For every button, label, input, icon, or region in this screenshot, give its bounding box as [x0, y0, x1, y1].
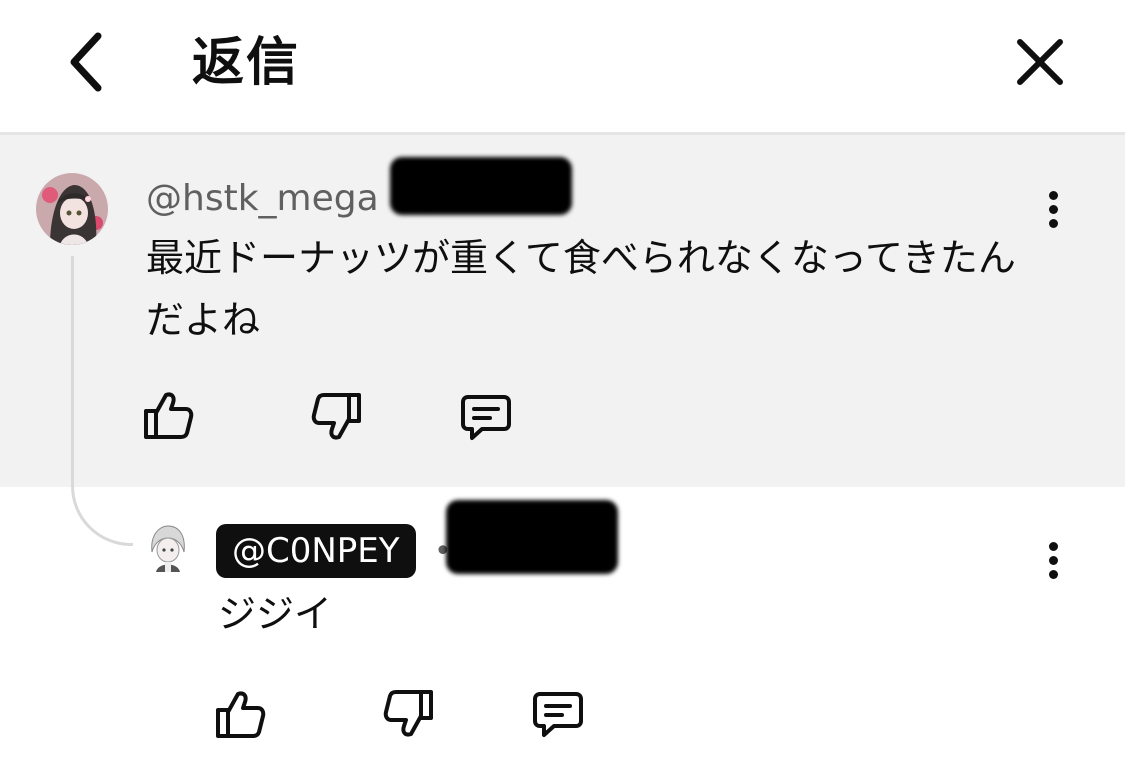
more-vertical-icon	[1048, 190, 1058, 200]
thread-connector	[71, 256, 133, 546]
thumbs-up-icon	[216, 691, 266, 738]
reply-button[interactable]	[528, 684, 588, 744]
more-vertical-icon	[1048, 541, 1058, 551]
comment-icon	[533, 692, 583, 737]
more-options-button[interactable]	[1033, 177, 1073, 241]
reply-handle-badge[interactable]: @C0NPEY	[216, 524, 416, 578]
back-button[interactable]	[50, 24, 122, 100]
header-bar: 返信	[0, 0, 1125, 135]
like-button[interactable]	[138, 385, 198, 445]
comment-text: 最近ドーナッツが重くて食べられなくなってきたんだよね	[146, 236, 1016, 342]
dislike-button[interactable]	[379, 684, 439, 744]
redaction-mark	[390, 157, 572, 215]
more-options-button[interactable]	[1033, 528, 1073, 592]
comment-icon	[461, 395, 511, 440]
commenter-handle[interactable]: @hstk_mega	[146, 177, 379, 221]
reply-button[interactable]	[456, 387, 516, 447]
thumbs-up-icon	[144, 392, 194, 439]
reply-avatar[interactable]	[146, 522, 190, 572]
page-title: 返信	[192, 33, 301, 93]
chevron-left-icon	[70, 32, 102, 92]
parent-comment: @hstk_mega • 5 最近ドーナッツが重くて食べられなくなってきたんだよ…	[0, 135, 1125, 487]
thumbs-down-icon	[383, 690, 433, 737]
avatar[interactable]	[36, 173, 108, 245]
dislike-button[interactable]	[307, 387, 367, 447]
close-button[interactable]	[1004, 24, 1076, 100]
redaction-mark	[446, 500, 618, 574]
thumbs-down-icon	[311, 393, 361, 440]
close-icon	[1017, 39, 1063, 85]
like-button[interactable]	[210, 684, 270, 744]
reply-text: ジジイ	[218, 592, 333, 636]
